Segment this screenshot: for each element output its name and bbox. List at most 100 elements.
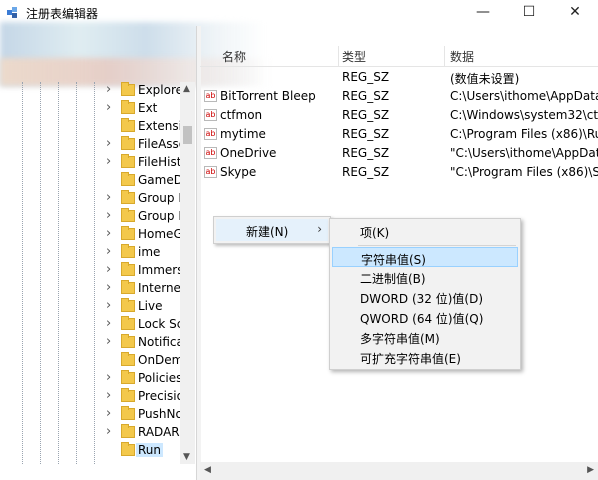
tree-item-label: Lock Sc [138, 317, 184, 331]
folder-icon [121, 226, 135, 240]
submenu-item[interactable]: 二进制值(B) [332, 267, 518, 287]
cell-data: C:\Windows\system32\ctfmo [450, 108, 598, 122]
cell-name: ctfmon [220, 108, 263, 122]
cell-data: C:\Program Files (x86)\Ruan [450, 127, 598, 141]
tree-scrollbar[interactable]: ▲ ▼ [180, 82, 195, 464]
submenu-item[interactable]: 字符串值(S) [332, 247, 518, 267]
folder-icon [121, 298, 135, 312]
window-title: 注册表编辑器 [26, 7, 99, 21]
list-horizontal-scrollbar[interactable]: ◀ ▶ [200, 462, 598, 480]
chevron-right-icon[interactable]: › [106, 281, 116, 294]
folder-icon [121, 334, 135, 348]
submenu-item[interactable]: 项(K) [332, 221, 518, 241]
string-value-icon: ab [204, 147, 217, 159]
column-data[interactable]: 数据 [450, 48, 474, 65]
tree-item-label: Internet [138, 281, 186, 295]
chevron-right-icon[interactable]: › [106, 407, 116, 420]
folder-icon [121, 370, 135, 384]
chevron-right-icon[interactable]: › [106, 299, 116, 312]
scroll-right-icon[interactable]: ▶ [587, 465, 594, 475]
string-value-icon: ab [204, 166, 217, 178]
chevron-right-icon[interactable]: › [106, 101, 116, 114]
scroll-thumb[interactable] [183, 126, 192, 144]
chevron-right-icon[interactable]: › [106, 245, 116, 258]
string-value-icon: ab [204, 128, 217, 140]
chevron-right-icon[interactable]: › [106, 263, 116, 276]
tree-item-label: FileAsso [138, 137, 187, 151]
submenu-item[interactable]: QWORD (64 位)值(Q) [332, 307, 518, 327]
folder-icon [121, 172, 135, 186]
tree-item-label: Group I [138, 191, 182, 205]
folder-icon [121, 316, 135, 330]
tree-item-label: Immers [138, 263, 184, 277]
chevron-right-icon[interactable]: › [106, 155, 116, 168]
tree-item-label: ime [138, 245, 161, 259]
folder-icon [121, 262, 135, 276]
submenu-item-label: 二进制值(B) [360, 272, 426, 286]
folder-icon [121, 100, 135, 114]
folder-icon [121, 118, 135, 132]
maximize-button[interactable]: ☐ [506, 0, 552, 26]
chevron-right-icon[interactable]: › [106, 191, 116, 204]
scroll-up-icon[interactable]: ▲ [183, 84, 190, 94]
submenu-item-label: QWORD (64 位)值(Q) [360, 312, 484, 326]
tree-item-label: Notifica [138, 335, 184, 349]
cell-data: "C:\Users\ithome\AppData\L [450, 146, 598, 160]
column-type[interactable]: 类型 [342, 48, 366, 65]
minimize-button[interactable]: — [460, 0, 506, 26]
submenu-item-label: 项(K) [360, 226, 390, 240]
table-row[interactable]: ab BitTorrent Bleep REG_SZ C:\Users\ithome\… [200, 87, 598, 106]
tree-item-label: HomeG [138, 227, 183, 241]
chevron-right-icon[interactable]: › [106, 227, 116, 240]
scroll-left-icon[interactable]: ◀ [204, 465, 211, 475]
chevron-right-icon[interactable]: › [106, 83, 116, 96]
chevron-right-icon[interactable]: › [106, 137, 116, 150]
scroll-down-icon[interactable]: ▼ [183, 452, 190, 462]
cell-data: C:\Users\ithome\AppData\R [450, 89, 598, 103]
cell-type: REG_SZ [342, 70, 390, 84]
folder-icon [121, 82, 135, 96]
list-header: 名称 类型 数据 [200, 46, 598, 67]
string-value-icon: ab [204, 90, 217, 102]
tree-item-label: Ext [138, 101, 158, 115]
menu-item-new[interactable]: 新建(N) › [216, 219, 328, 241]
submenu-item[interactable]: 可扩充字符串值(E) [332, 347, 518, 367]
chevron-right-icon[interactable]: › [106, 209, 116, 222]
tree-item-label: Live [138, 299, 163, 313]
tree-item-label: Precisio [138, 389, 184, 403]
registry-editor-icon [7, 7, 17, 18]
column-name[interactable]: 名称 [222, 48, 246, 65]
new-submenu: 项(K) 字符串值(S) 二进制值(B) DWORD (32 位)值(D) QWORD … [329, 218, 521, 370]
folder-icon [121, 280, 135, 294]
table-row[interactable]: abctfmon REG_SZ C:\Windows\system32\ctfmo [200, 106, 598, 125]
table-row[interactable]: abSkype REG_SZ "C:\Program Files (x86)\Sky… [200, 163, 598, 182]
tree-item-label: GameD [138, 173, 183, 187]
tree-item-label: PushNo [138, 407, 183, 421]
chevron-right-icon[interactable]: › [106, 425, 116, 438]
chevron-right-icon[interactable]: › [106, 389, 116, 402]
folder-icon [121, 352, 135, 366]
string-value-icon: ab [204, 109, 217, 121]
cell-data: "C:\Program Files (x86)\Skyp [450, 165, 598, 179]
chevron-right-icon[interactable]: › [106, 335, 116, 348]
chevron-right-icon[interactable]: › [106, 371, 116, 384]
cell-type: REG_SZ [342, 165, 390, 179]
folder-icon [121, 406, 135, 420]
cell-name: mytime [220, 127, 266, 141]
submenu-item[interactable]: 多字符串值(M) [332, 327, 518, 347]
tree-item-label: Policies [138, 371, 183, 385]
chevron-right-icon[interactable]: › [106, 317, 116, 330]
table-row[interactable]: REG_SZ (数值未设置) [200, 68, 598, 87]
submenu-item-label: DWORD (32 位)值(D) [360, 292, 483, 306]
folder-icon [121, 208, 135, 222]
folder-icon [121, 190, 135, 204]
table-row[interactable]: abOneDrive REG_SZ "C:\Users\ithome\AppData… [200, 144, 598, 163]
table-row[interactable]: abmytime REG_SZ C:\Program Files (x86)\Rua… [200, 125, 598, 144]
close-button[interactable]: ✕ [552, 0, 598, 26]
key-tree[interactable]: › Explore › Ext Extensio › FileAsso › FileHisto G… [0, 82, 196, 464]
chevron-right-icon: › [317, 222, 322, 236]
cell-name: OneDrive [220, 146, 277, 160]
context-menu: 新建(N) › [213, 216, 331, 244]
folder-icon [121, 442, 135, 456]
submenu-item[interactable]: DWORD (32 位)值(D) [332, 287, 518, 307]
